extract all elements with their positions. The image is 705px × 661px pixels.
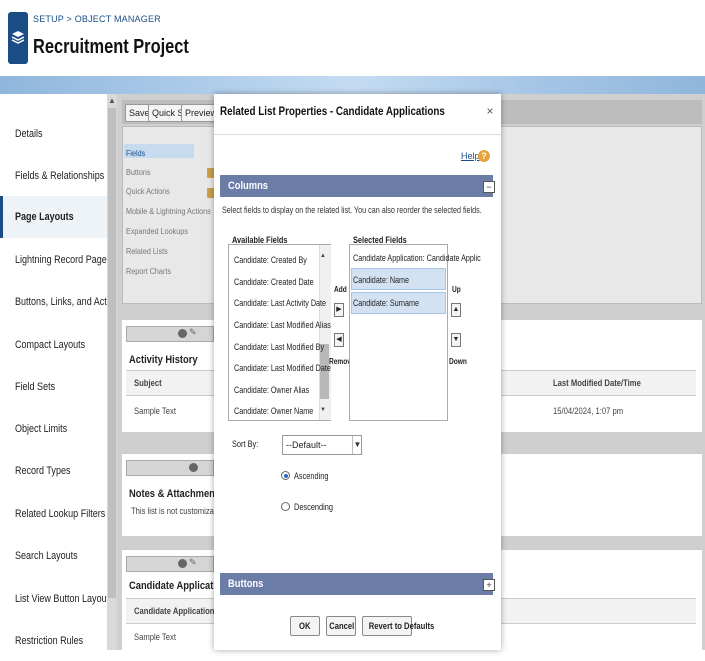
breadcrumb[interactable]: SETUP > OBJECT MANAGER xyxy=(33,14,161,24)
sidebar-item-field-sets[interactable]: Field Sets xyxy=(0,367,107,407)
dialog-title: Related List Properties - Candidate Appl… xyxy=(220,104,445,118)
down-label: Down xyxy=(449,357,467,366)
expand-icon[interactable]: + xyxy=(483,579,495,591)
sidebar-item-lightning-record-pages[interactable]: Lightning Record Pages xyxy=(0,240,111,280)
dialog-divider xyxy=(214,134,501,135)
sort-by-label: Sort By: xyxy=(232,439,259,449)
help-link[interactable]: Help xyxy=(461,151,480,161)
page-title: Recruitment Project xyxy=(33,36,189,58)
add-label: Add xyxy=(334,285,347,294)
layers-icon xyxy=(8,12,28,64)
sidebar-item-list-view-button-layout[interactable]: List View Button Layout xyxy=(0,579,109,619)
notes-attachments-subtitle: This list is not customizable xyxy=(131,506,225,516)
remove-icon[interactable] xyxy=(178,559,187,568)
header-banner xyxy=(0,76,705,94)
sidebar-item-record-types[interactable]: Record Types xyxy=(0,451,107,491)
list-item[interactable]: Candidate: Last Modified Alias xyxy=(234,320,331,330)
sidebar: Details Fields & Relationships Page Layo… xyxy=(0,94,123,650)
sidebar-item-compact-layouts[interactable]: Compact Layouts xyxy=(0,325,107,365)
section-drag-bar[interactable] xyxy=(126,460,214,476)
sidebar-item-object-limits[interactable]: Object Limits xyxy=(0,409,107,449)
sort-by-select[interactable]: --Default-- xyxy=(282,435,362,455)
columns-instructions: Select fields to display on the related … xyxy=(222,205,482,215)
table-cell: 15/04/2024, 1:07 pm xyxy=(553,406,624,416)
scroll-up-arrow-icon[interactable]: ▲ xyxy=(320,253,326,259)
sidebar-item-restriction-rules[interactable]: Restriction Rules xyxy=(0,621,107,661)
close-icon[interactable]: × xyxy=(484,104,496,118)
list-item[interactable]: Candidate Application: Candidate Applic xyxy=(353,253,481,263)
sidebar-item-buttons-links-actions[interactable]: Buttons, Links, and Actions xyxy=(0,282,123,322)
ascending-label: Ascending xyxy=(294,471,329,481)
wrench-icon[interactable]: ✎ xyxy=(189,327,197,338)
sidebar-item-page-layouts[interactable]: Page Layouts xyxy=(0,196,107,238)
table-cell: Sample Text xyxy=(134,632,176,642)
help-icon[interactable]: ? xyxy=(478,150,490,162)
palette-item-fields[interactable]: Fields xyxy=(126,148,145,158)
list-item[interactable]: Candidate: Created By xyxy=(234,255,307,265)
scroll-up-arrow-icon[interactable]: ▲ xyxy=(107,96,117,106)
list-item[interactable]: Candidate: Owner Alias xyxy=(234,385,309,395)
columns-section-header[interactable]: Columns xyxy=(220,175,493,197)
scrollbar-thumb[interactable] xyxy=(108,108,116,598)
remove-icon[interactable] xyxy=(178,329,187,338)
list-item[interactable]: Candidate: Surname xyxy=(353,298,419,308)
wrench-icon[interactable]: ✎ xyxy=(189,557,197,568)
list-item[interactable]: Candidate: Owner Name xyxy=(234,406,313,416)
table-cell: Sample Text xyxy=(134,406,176,416)
list-item[interactable]: Candidate: Name xyxy=(353,275,409,285)
add-arrow-icon[interactable]: ▶ xyxy=(334,303,344,317)
palette-item-quick-actions[interactable]: Quick Actions xyxy=(126,186,170,196)
list-item[interactable]: Candidate: Last Modified Date xyxy=(234,363,331,373)
section-drag-bar[interactable] xyxy=(126,326,214,342)
descending-label: Descending xyxy=(294,502,333,512)
remove-arrow-icon[interactable]: ◀ xyxy=(334,333,344,347)
sidebar-item-search-layouts[interactable]: Search Layouts xyxy=(0,536,107,576)
palette-item-buttons[interactable]: Buttons xyxy=(126,167,151,177)
column-header-last-modified: Last Modified Date/Time xyxy=(553,378,641,388)
scroll-down-arrow-icon[interactable]: ▼ xyxy=(320,407,326,413)
chevron-down-icon[interactable]: ▼ xyxy=(352,436,362,454)
activity-history-title: Activity History xyxy=(129,354,198,366)
collapse-icon[interactable]: − xyxy=(483,181,495,193)
palette-item-expanded-lookups[interactable]: Expanded Lookups xyxy=(126,226,188,236)
sidebar-item-related-lookup-filters[interactable]: Related Lookup Filters xyxy=(0,494,107,534)
up-arrow-icon[interactable]: ▲ xyxy=(451,303,461,317)
remove-icon[interactable] xyxy=(189,463,198,472)
descending-radio[interactable] xyxy=(281,502,290,511)
down-arrow-icon[interactable]: ▼ xyxy=(451,333,461,347)
ascending-radio[interactable] xyxy=(281,471,290,480)
buttons-section-header[interactable]: Buttons xyxy=(220,573,493,595)
list-item[interactable]: Candidate: Last Activity Date xyxy=(234,298,326,308)
palette-item-mobile-lightning-actions[interactable]: Mobile & Lightning Actions xyxy=(126,206,211,216)
list-item[interactable]: Candidate: Created Date xyxy=(234,277,314,287)
sidebar-item-fields-relationships[interactable]: Fields & Relationships xyxy=(0,156,107,196)
ok-button[interactable]: OK xyxy=(290,616,320,636)
column-header-subject: Subject xyxy=(134,378,162,388)
list-item[interactable]: Candidate: Last Modified By xyxy=(234,342,324,352)
cancel-button[interactable]: Cancel xyxy=(326,616,356,636)
section-drag-bar[interactable] xyxy=(126,556,214,572)
revert-to-defaults-button[interactable]: Revert to Defaults xyxy=(362,616,434,636)
palette-item-related-lists[interactable]: Related Lists xyxy=(126,246,168,256)
notes-attachments-title: Notes & Attachments xyxy=(129,488,224,500)
sidebar-item-details[interactable]: Details xyxy=(0,114,107,154)
up-label: Up xyxy=(452,285,461,294)
palette-item-report-charts[interactable]: Report Charts xyxy=(126,266,171,276)
